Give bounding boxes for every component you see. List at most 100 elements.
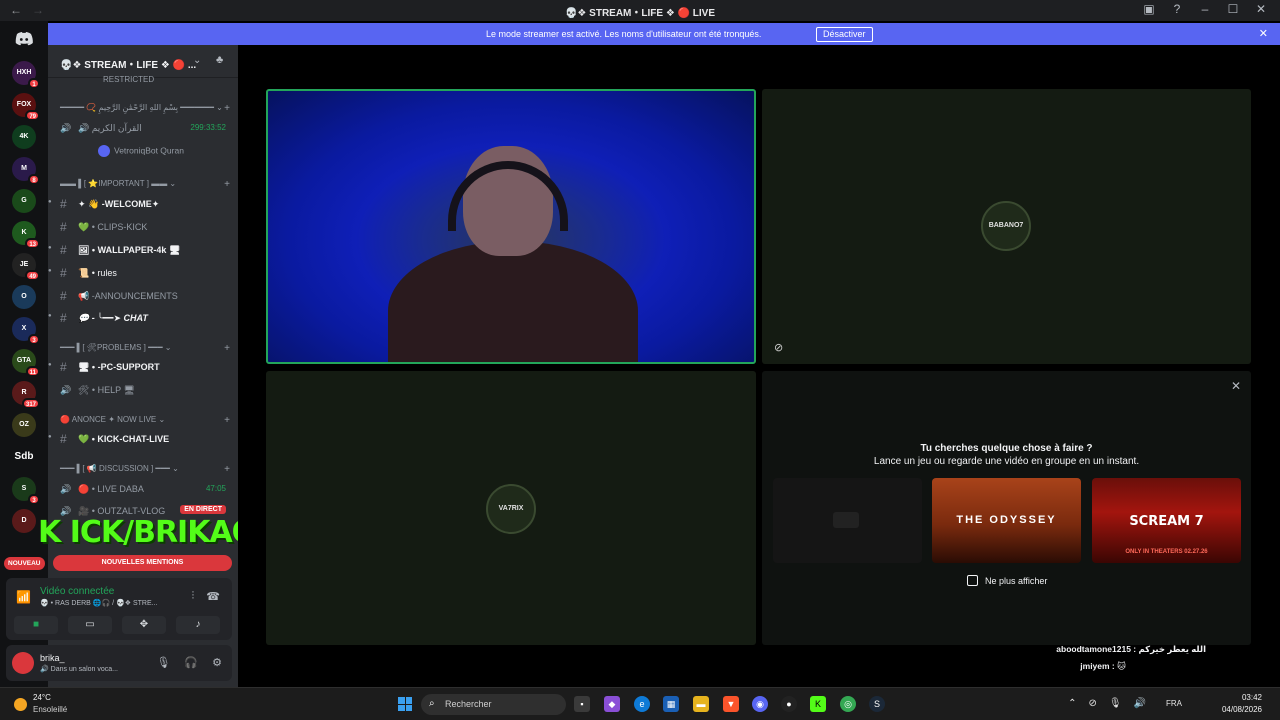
add-channel-icon[interactable]: + xyxy=(224,179,230,190)
username[interactable]: brika_ xyxy=(40,653,65,663)
edge-icon[interactable]: e xyxy=(634,696,650,712)
camera-icon[interactable]: ■ xyxy=(14,616,58,634)
activities-icon[interactable]: ✥ xyxy=(122,616,166,634)
server-icon[interactable]: S3 xyxy=(12,477,40,505)
channel-pc-support[interactable]: ● # 🖥 • -PC-SUPPORT xyxy=(48,358,238,376)
server-icon[interactable]: R 317 xyxy=(12,381,40,409)
clock-date[interactable]: 04/08/2026 xyxy=(1222,705,1262,714)
channel-rules[interactable]: ● # 📜 • rules xyxy=(48,264,238,282)
activity-card[interactable]: THE ODYSSEY xyxy=(932,478,1081,563)
server-icon[interactable]: M8 xyxy=(12,157,40,185)
invite-people-icon[interactable]: ♣ xyxy=(216,54,223,66)
screen-share-icon[interactable]: ▭ xyxy=(68,616,112,634)
weather-temperature[interactable]: 24°C xyxy=(33,693,51,702)
task-view-icon[interactable]: ▪ xyxy=(574,696,590,712)
steam-icon[interactable]: S xyxy=(869,696,885,712)
chevron-up-icon[interactable]: ⌃ xyxy=(1068,698,1076,709)
maximize-icon[interactable]: ☐ xyxy=(1226,2,1240,16)
add-channel-icon[interactable]: + xyxy=(224,343,230,354)
server-icon[interactable]: D xyxy=(12,509,36,533)
category-discussion[interactable]: ━━━ ▌[ 📢 DISCUSSION ] ━━━ ⌄ + xyxy=(60,464,230,475)
new-mentions-pill[interactable]: NOUVELLES MENTIONS xyxy=(53,555,232,571)
voice-channel-help[interactable]: 🔊 🛠 • HELP 🖥 xyxy=(48,381,238,399)
category-important[interactable]: ▬▬ ▌[ ⭐IMPORTANT ] ▬▬ ⌄ + xyxy=(60,179,230,190)
start-button-icon[interactable] xyxy=(398,697,412,711)
activity-card[interactable]: SCREAM 7 ONLY IN THEATERS 02.27.26 xyxy=(1092,478,1241,563)
store-icon[interactable]: ▦ xyxy=(663,696,679,712)
channel-welcome[interactable]: ● # ✦ 👋 -WELCOME✦ xyxy=(48,195,238,213)
discord-icon[interactable]: ◉ xyxy=(752,696,768,712)
disable-streamer-mode-button[interactable]: Désactiver xyxy=(816,27,873,42)
channel-label: 🖥 • -PC-SUPPORT xyxy=(78,362,160,372)
signal-icon[interactable]: 📶 xyxy=(16,590,31,604)
channel-wallpaper[interactable]: ● # 🖼 • WALLPAPER-4k 🖥 xyxy=(48,241,238,259)
channel-restricted[interactable]: RESTRICTED xyxy=(103,75,238,84)
server-icon[interactable]: G xyxy=(12,189,36,213)
kick-icon[interactable]: K xyxy=(810,696,826,712)
guild-header[interactable]: 💀❖ STREAM・LIFE ❖ 🔴 ... ⌄ ♣ xyxy=(48,45,238,78)
weather-description[interactable]: Ensoleillé xyxy=(33,705,67,714)
voice-status-subtitle[interactable]: 💀 • RAS DERB 🌐🎧 / 💀❖ STRE... xyxy=(40,599,158,607)
server-icon[interactable]: HXH 1 xyxy=(12,61,40,89)
category-label: ━━━ ▌[ 🛠PROBLEMS ] ━━━ ⌄ xyxy=(60,343,172,352)
category-anonce[interactable]: 🔴 ANONCE ✦ NOW LIVE ⌄ + xyxy=(60,415,230,426)
input-language[interactable]: FRA xyxy=(1166,699,1182,708)
voice-member[interactable]: VetroniqBot Quran xyxy=(98,145,184,157)
discord-home-icon[interactable] xyxy=(12,27,36,51)
speaker-tray-icon[interactable]: 🔊 xyxy=(1134,698,1146,709)
stream-hidden-icon[interactable]: ⊘ xyxy=(774,341,783,354)
server-icon[interactable]: Sdb xyxy=(12,445,36,469)
banner-close-icon[interactable]: ✕ xyxy=(1259,27,1268,40)
settings-gear-icon[interactable]: ⚙ xyxy=(212,656,222,669)
participant-tile[interactable]: BABANO7 ⊘ xyxy=(762,89,1251,364)
dont-show-label[interactable]: Ne plus afficher xyxy=(985,576,1047,586)
minimize-icon[interactable]: – xyxy=(1198,2,1212,16)
participant-tile[interactable]: VA7RIX xyxy=(266,371,756,645)
channel-announcements[interactable]: # 📢 -ANNOUNCEMENTS xyxy=(48,287,238,305)
inbox-icon[interactable]: ▣ xyxy=(1142,2,1156,16)
close-icon[interactable]: ✕ xyxy=(1231,379,1241,393)
disconnect-icon[interactable]: ☎ xyxy=(206,590,220,603)
help-icon[interactable]: ? xyxy=(1170,2,1184,16)
obs-icon[interactable]: ● xyxy=(781,696,797,712)
channel-kick-chat-live[interactable]: ● # 💚 • KICK-CHAT-LIVE xyxy=(48,430,238,448)
avatar[interactable] xyxy=(12,652,34,674)
close-icon[interactable]: ✕ xyxy=(1254,2,1268,16)
server-icon[interactable]: JE 49 xyxy=(12,253,40,281)
mic-tray-icon[interactable]: 🎙 xyxy=(1109,698,1122,709)
add-channel-icon[interactable]: + xyxy=(224,415,230,426)
new-pill[interactable]: NOUVEAU xyxy=(4,557,45,570)
activity-card[interactable] xyxy=(773,478,922,563)
dont-show-checkbox[interactable] xyxy=(967,575,978,586)
noise-suppression-icon[interactable]: ⫶ xyxy=(192,590,195,603)
voice-status-title[interactable]: Vidéo connectée xyxy=(40,586,114,597)
server-icon[interactable]: FOX 79 xyxy=(12,93,40,121)
category-problems[interactable]: ━━━ ▌[ 🛠PROBLEMS ] ━━━ ⌄ + xyxy=(60,343,230,354)
voice-channel-live-daba[interactable]: 🔊 🔴 • LIVE DABA 47:05 xyxy=(48,480,238,498)
network-off-icon[interactable]: ⊘ xyxy=(1088,698,1096,709)
taskbar-search[interactable]: ⌕ Rechercher xyxy=(421,694,566,715)
chevron-down-icon[interactable]: ⌄ xyxy=(193,55,201,66)
sun-icon[interactable] xyxy=(14,698,27,711)
microphone-icon[interactable]: 🎙 xyxy=(156,656,170,669)
soundboard-icon[interactable]: ♪ xyxy=(176,616,220,634)
server-icon[interactable]: GTA 11 xyxy=(12,349,40,377)
add-channel-icon[interactable]: + xyxy=(224,464,230,475)
chrome-icon[interactable]: ◎ xyxy=(840,696,856,712)
server-icon[interactable]: OZ xyxy=(12,413,36,437)
server-icon[interactable]: X3 xyxy=(12,317,40,345)
headphones-icon[interactable]: 🎧 xyxy=(184,656,198,669)
channel-clips-kick[interactable]: # 💚 • CLIPS-KICK xyxy=(48,218,238,236)
camera-tile-speaking[interactable] xyxy=(266,89,756,364)
brave-icon[interactable]: ▼ xyxy=(723,696,739,712)
channel-chat[interactable]: ● # 💬 - ╰━━➤ CHAT xyxy=(48,309,238,327)
voice-channel-quran[interactable]: 🔊 🔊 القرآن الكريم 299:33:52 xyxy=(48,119,238,137)
server-icon[interactable]: 4K xyxy=(12,125,36,149)
server-icon[interactable]: O xyxy=(12,285,36,309)
category-quran[interactable]: ━━━━━ 📿 بِسْمِ اللهِ الرَّحْمَٰنِ الرَّح… xyxy=(60,103,230,114)
clock-time[interactable]: 03:42 xyxy=(1242,693,1262,702)
add-channel-icon[interactable]: + xyxy=(224,103,230,114)
file-explorer-icon[interactable]: ▬ xyxy=(693,696,709,712)
copilot-icon[interactable]: ◆ xyxy=(604,696,620,712)
server-icon[interactable]: K 13 xyxy=(12,221,40,249)
